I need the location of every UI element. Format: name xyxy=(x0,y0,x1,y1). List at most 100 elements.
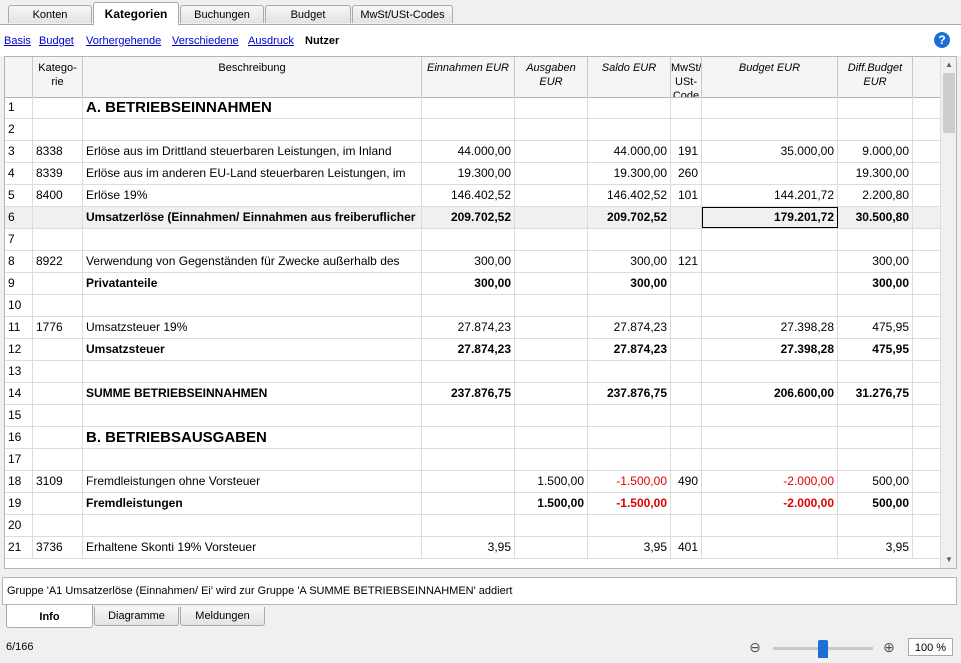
cell-budget[interactable]: -2.000,00 xyxy=(702,493,838,514)
table-row[interactable]: 13 xyxy=(5,361,940,383)
tab-konten[interactable]: Konten xyxy=(8,5,92,23)
cell-ein[interactable]: 237.876,75 xyxy=(422,383,515,404)
cell-ein[interactable]: 146.402,52 xyxy=(422,185,515,206)
cell-diff[interactable] xyxy=(838,515,913,536)
cell-budget[interactable] xyxy=(702,229,838,250)
cell-nr[interactable]: 8 xyxy=(5,251,33,272)
cell-budget[interactable]: -2.000,00 xyxy=(702,471,838,492)
cell-code[interactable] xyxy=(671,493,702,514)
cell-aus[interactable] xyxy=(515,141,588,162)
cell-nr[interactable]: 17 xyxy=(5,449,33,470)
cell-budget[interactable] xyxy=(702,251,838,272)
cell-kat[interactable]: 8338 xyxy=(33,141,83,162)
cell-nr[interactable]: 16 xyxy=(5,427,33,448)
cell-saldo[interactable]: 3,95 xyxy=(588,537,671,558)
cell-budget[interactable] xyxy=(702,405,838,426)
cell-kat[interactable]: 3736 xyxy=(33,537,83,558)
cell-aus[interactable] xyxy=(515,361,588,382)
cell-kat[interactable] xyxy=(33,273,83,294)
cell-budget[interactable] xyxy=(702,119,838,140)
cell-aus[interactable] xyxy=(515,449,588,470)
cell-desc[interactable]: A. BETRIEBSEINNAHMEN xyxy=(83,97,422,118)
table-row[interactable]: 21 3736 Erhaltene Skonti 19% Vorsteuer 3,95… xyxy=(5,537,940,559)
cell-budget[interactable]: 179.201,72 xyxy=(702,207,838,228)
cell-code[interactable] xyxy=(671,449,702,470)
cell-kat[interactable] xyxy=(33,383,83,404)
cell-code[interactable] xyxy=(671,339,702,360)
cell-nr[interactable]: 2 xyxy=(5,119,33,140)
cell-desc[interactable] xyxy=(83,229,422,250)
cell-kat[interactable] xyxy=(33,449,83,470)
cell-ein[interactable] xyxy=(422,229,515,250)
cell-aus[interactable] xyxy=(515,383,588,404)
help-icon[interactable]: ? xyxy=(934,32,950,48)
cell-saldo[interactable] xyxy=(588,295,671,316)
cell-kat[interactable] xyxy=(33,361,83,382)
cell-saldo[interactable] xyxy=(588,405,671,426)
view-link-verschiedene[interactable]: Verschiedene xyxy=(172,35,239,47)
cell-nr[interactable]: 14 xyxy=(5,383,33,404)
vertical-scrollbar[interactable]: ▲ ▼ xyxy=(940,57,956,568)
cell-budget[interactable] xyxy=(702,449,838,470)
cell-kat[interactable] xyxy=(33,339,83,360)
table-row[interactable]: 7 xyxy=(5,229,940,251)
cell-aus[interactable] xyxy=(515,537,588,558)
zoom-slider-knob[interactable] xyxy=(818,640,828,658)
cell-desc[interactable]: Erhaltene Skonti 19% Vorsteuer xyxy=(83,537,422,558)
cell-budget[interactable] xyxy=(702,515,838,536)
cell-saldo[interactable]: 300,00 xyxy=(588,273,671,294)
view-link-nutzer[interactable]: Nutzer xyxy=(305,35,339,47)
cell-aus[interactable] xyxy=(515,295,588,316)
table-row[interactable]: 8 8922 Verwendung von Gegenständen für Zwe… xyxy=(5,251,940,273)
cell-desc[interactable]: Privatanteile xyxy=(83,273,422,294)
cell-ein[interactable] xyxy=(422,515,515,536)
cell-saldo[interactable]: -1.500,00 xyxy=(588,471,671,492)
cell-nr[interactable]: 4 xyxy=(5,163,33,184)
cell-aus[interactable]: 1.500,00 xyxy=(515,493,588,514)
cell-nr[interactable]: 3 xyxy=(5,141,33,162)
view-link-basis[interactable]: Basis xyxy=(4,35,31,47)
cell-desc[interactable] xyxy=(83,449,422,470)
cell-kat[interactable] xyxy=(33,229,83,250)
cell-ein[interactable]: 44.000,00 xyxy=(422,141,515,162)
cell-kat[interactable]: 8400 xyxy=(33,185,83,206)
cell-budget[interactable]: 27.398,28 xyxy=(702,317,838,338)
cell-kat[interactable] xyxy=(33,493,83,514)
cell-kat[interactable] xyxy=(33,119,83,140)
cell-diff[interactable]: 30.500,80 xyxy=(838,207,913,228)
table-row[interactable]: 19 Fremdleistungen 1.500,00 -1.500,00 -2.000… xyxy=(5,493,940,515)
cell-diff[interactable] xyxy=(838,119,913,140)
cell-budget[interactable] xyxy=(702,427,838,448)
bottom-tab-diagramme[interactable]: Diagramme xyxy=(94,607,179,626)
cell-code[interactable] xyxy=(671,97,702,118)
column-header[interactable]: Ausgaben EUR xyxy=(515,57,588,97)
cell-saldo[interactable] xyxy=(588,515,671,536)
table-row[interactable]: 11 1776 Umsatzsteuer 19% 27.874,23 27.874,23… xyxy=(5,317,940,339)
cell-desc[interactable] xyxy=(83,361,422,382)
table-row[interactable]: 4 8339 Erlöse aus im anderen EU-Land steue… xyxy=(5,163,940,185)
cell-code[interactable]: 121 xyxy=(671,251,702,272)
cell-diff[interactable]: 19.300,00 xyxy=(838,163,913,184)
table-row[interactable]: 14 SUMME BETRIEBSEINNAHMEN 237.876,75 237.8… xyxy=(5,383,940,405)
table-row[interactable]: 10 xyxy=(5,295,940,317)
scroll-up-icon[interactable]: ▲ xyxy=(941,57,956,73)
cell-code[interactable]: 101 xyxy=(671,185,702,206)
tab-budget[interactable]: Budget xyxy=(265,5,351,23)
tab-kategorien[interactable]: Kategorien xyxy=(93,2,179,25)
cell-code[interactable]: 401 xyxy=(671,537,702,558)
cell-code[interactable] xyxy=(671,207,702,228)
cell-diff[interactable]: 500,00 xyxy=(838,493,913,514)
cell-ein[interactable] xyxy=(422,427,515,448)
cell-nr[interactable]: 5 xyxy=(5,185,33,206)
table-row[interactable]: 15 xyxy=(5,405,940,427)
cell-code[interactable]: 191 xyxy=(671,141,702,162)
cell-kat[interactable]: 8339 xyxy=(33,163,83,184)
cell-saldo[interactable]: 300,00 xyxy=(588,251,671,272)
column-header[interactable]: Beschreibung xyxy=(83,57,422,97)
cell-aus[interactable] xyxy=(515,119,588,140)
table-row[interactable]: 1 A. BETRIEBSEINNAHMEN xyxy=(5,97,940,119)
cell-aus[interactable] xyxy=(515,317,588,338)
cell-diff[interactable]: 500,00 xyxy=(838,471,913,492)
cell-diff[interactable]: 2.200,80 xyxy=(838,185,913,206)
cell-aus[interactable] xyxy=(515,163,588,184)
